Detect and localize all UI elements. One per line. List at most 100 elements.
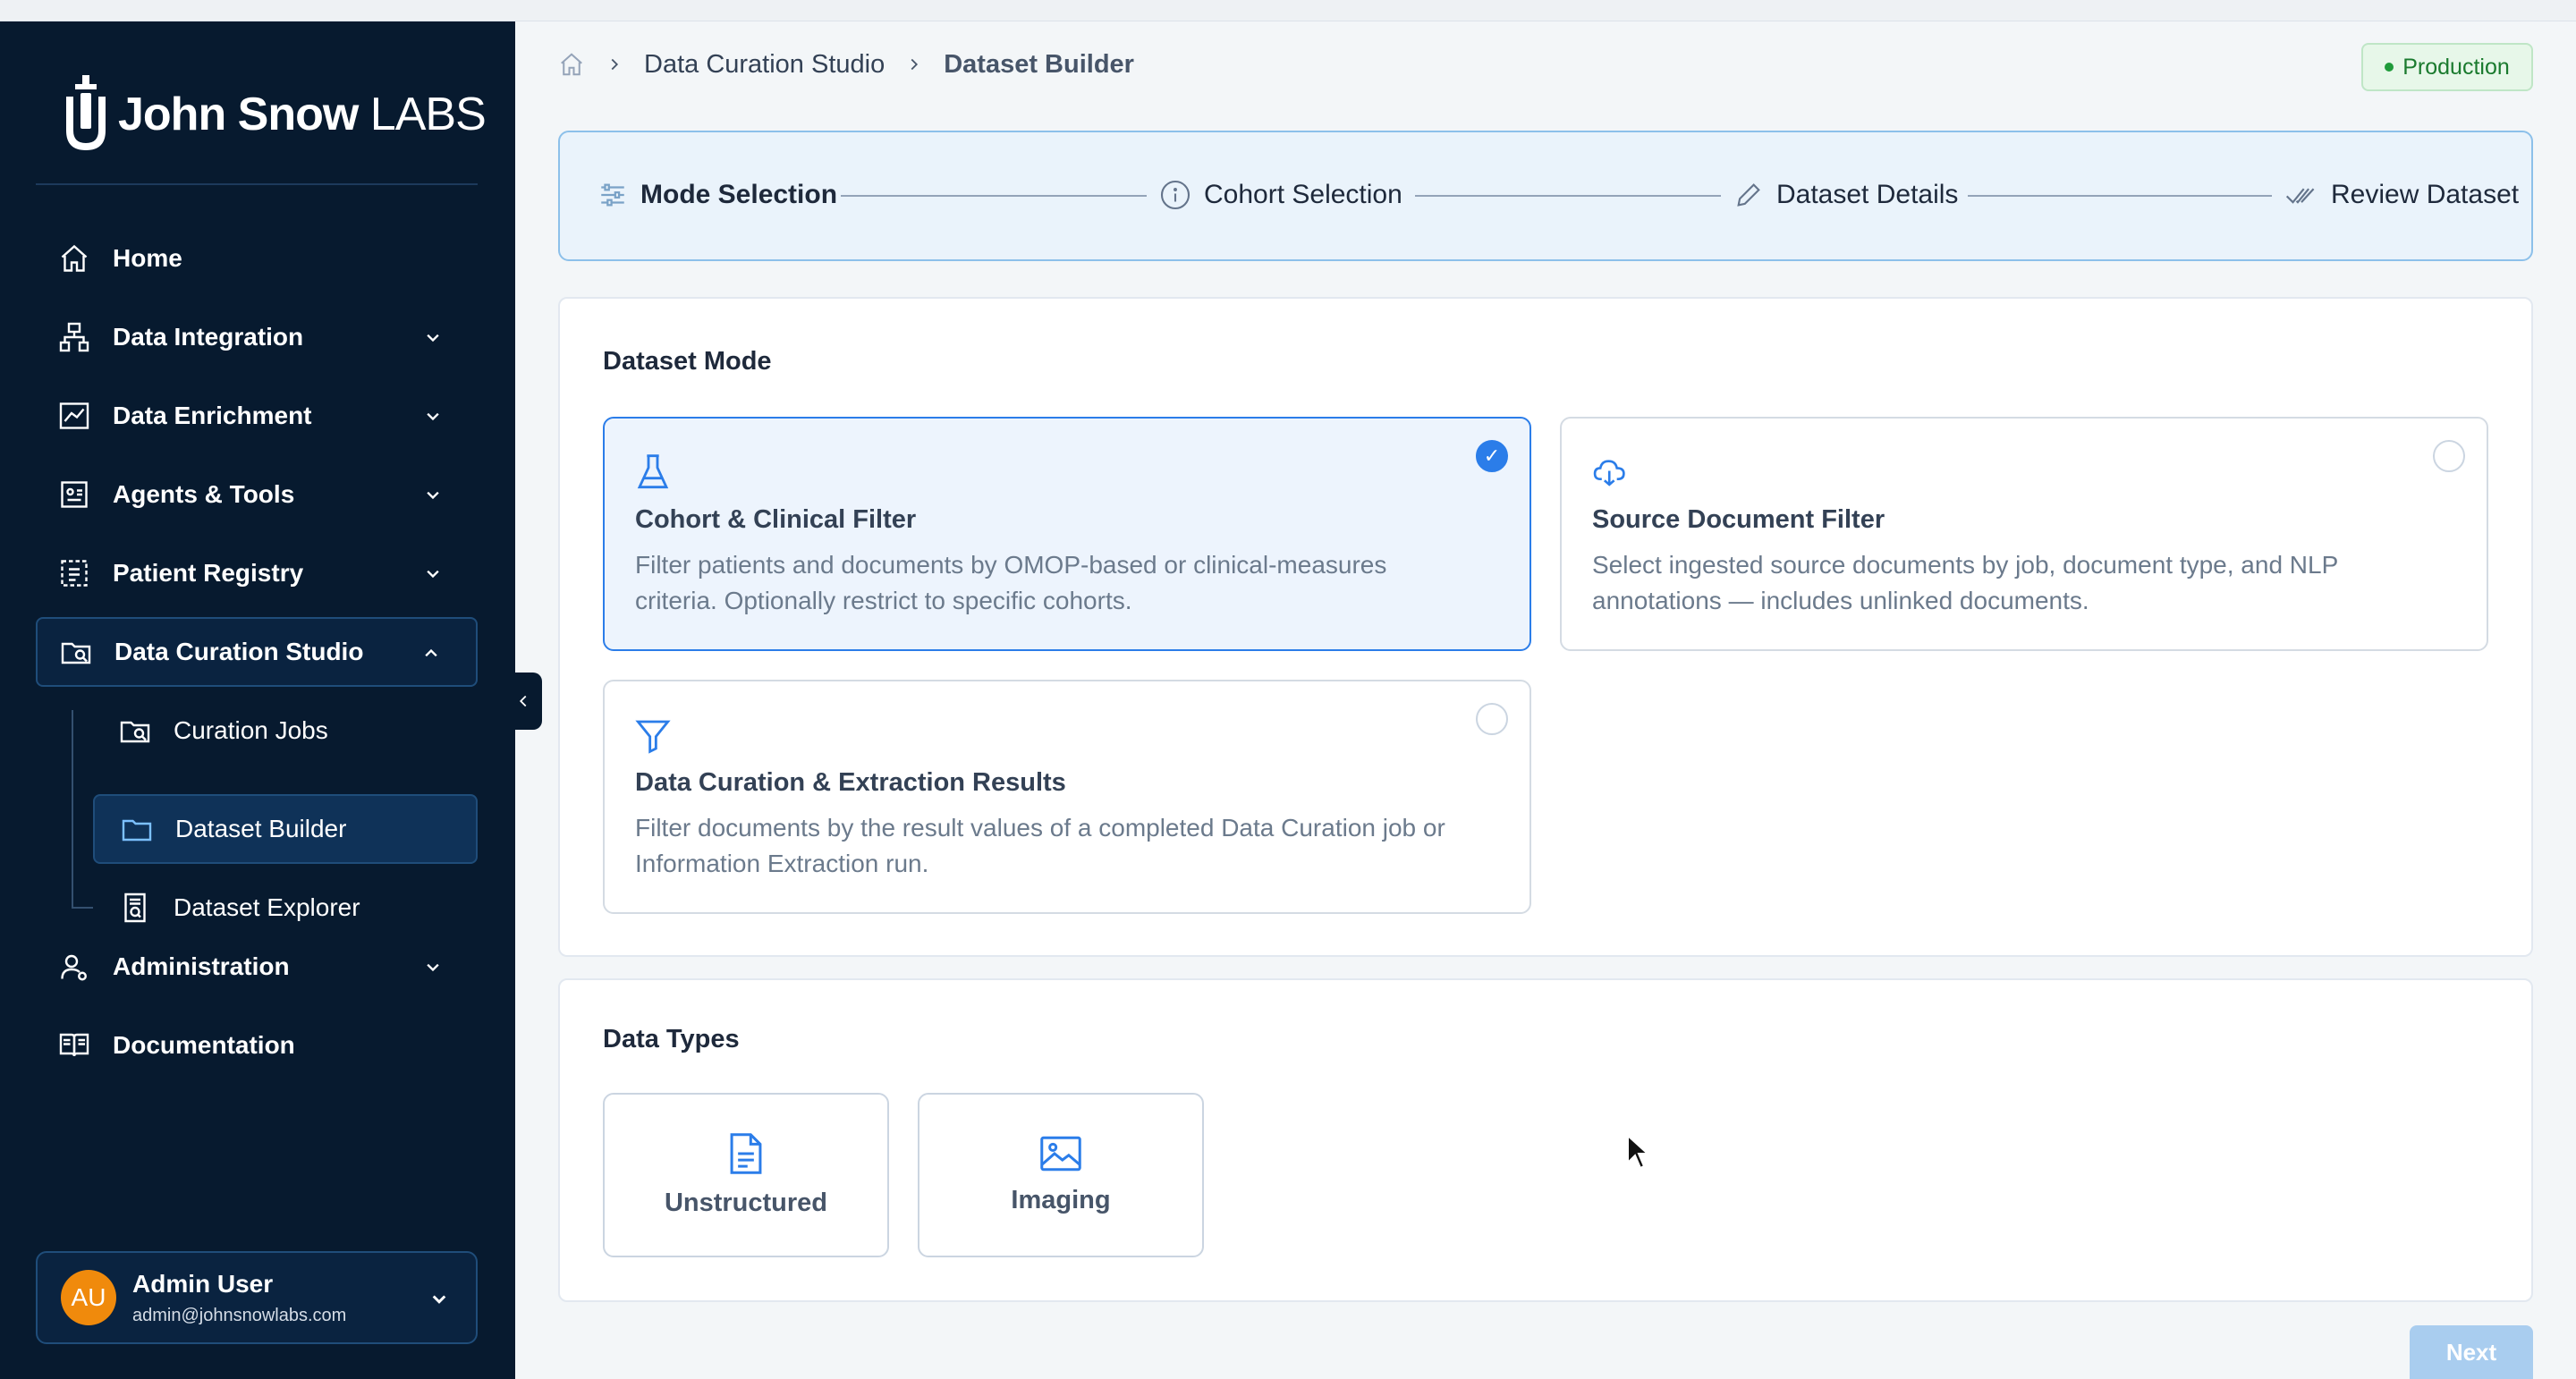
user-menu[interactable]: AU Admin User admin@johnsnowlabs.com [36, 1251, 478, 1344]
mouse-cursor-icon [1627, 1134, 1650, 1170]
home-icon [57, 241, 91, 275]
document-icon [730, 1132, 762, 1174]
mode-option-desc-line: Select ingested source documents by job,… [1592, 551, 2339, 579]
mode-option-title: Cohort & Clinical Filter [635, 505, 917, 534]
sidebar-item-data-integration[interactable]: Data Integration [36, 302, 478, 372]
environment-label: Production [2402, 54, 2510, 80]
mode-option-desc-line: criteria. Optionally restrict to specifi… [635, 587, 1132, 614]
chevron-down-icon [432, 1295, 446, 1304]
window-top-bar [0, 0, 2576, 21]
sidebar-subitem-label: Curation Jobs [174, 716, 328, 744]
submenu-tree-line [72, 710, 73, 909]
radio-unchecked[interactable] [1476, 703, 1508, 735]
breadcrumb-current: Dataset Builder [944, 49, 1134, 79]
sidebar-subitem-curation-jobs[interactable]: Curation Jobs [93, 696, 478, 766]
mode-option-desc: Filter patients and documents by OMOP-ba… [635, 547, 1501, 619]
status-dot-icon [2385, 63, 2394, 72]
progress-stepper: Mode Selection Cohort Selection Dataset … [558, 131, 2533, 261]
avatar: AU [61, 1270, 116, 1325]
step-dataset-details[interactable]: Dataset Details [1733, 175, 1958, 215]
mode-option-desc: Filter documents by the result values of… [635, 810, 1501, 882]
data-type-unstructured[interactable]: Unstructured [603, 1093, 889, 1257]
sidebar-item-data-enrichment[interactable]: Data Enrichment [36, 381, 478, 451]
flask-icon [637, 454, 669, 489]
chevron-down-icon [427, 491, 439, 500]
brand-logo[interactable]: John Snow LABS [61, 61, 487, 168]
filter-icon [635, 720, 671, 754]
environment-badge: Production [2361, 43, 2533, 91]
mode-option-cohort-clinical[interactable]: Cohort & Clinical Filter Filter patients… [603, 417, 1531, 651]
step-label: Mode Selection [640, 180, 838, 209]
breadcrumb: Data Curation Studio Dataset Builder [558, 47, 1134, 82]
sidebar-item-data-curation-studio[interactable]: Data Curation Studio [36, 617, 478, 687]
sidebar-item-label: Documentation [113, 1031, 295, 1059]
step-mode-selection[interactable]: Mode Selection [597, 175, 837, 215]
home-icon[interactable] [558, 51, 585, 78]
breadcrumb-link[interactable]: Data Curation Studio [644, 50, 885, 80]
image-icon [1040, 1136, 1081, 1171]
submenu-tree-branch [72, 907, 93, 909]
sitemap-icon [57, 320, 91, 354]
sidebar-item-label: Agents & Tools [113, 480, 295, 508]
mode-option-desc-line: Filter documents by the result values of… [635, 814, 1445, 842]
mode-option-desc-line: Filter patients and documents by OMOP-ba… [635, 551, 1387, 579]
user-settings-icon [57, 950, 91, 984]
step-connector [1968, 195, 2272, 197]
section-title: Dataset Mode [603, 347, 772, 376]
mode-option-desc: Select ingested source documents by job,… [1592, 547, 2458, 619]
sidebar-subitem-label: Dataset Builder [175, 815, 347, 842]
step-label: Dataset Details [1776, 180, 1959, 209]
pencil-icon [1737, 183, 1760, 207]
data-type-imaging[interactable]: Imaging [918, 1093, 1204, 1257]
sidebar-item-administration[interactable]: Administration [36, 932, 478, 1002]
sidebar-item-label: Patient Registry [113, 559, 304, 587]
sidebar: John Snow LABS Home Data Integration Dat… [0, 21, 515, 1379]
radio-checked[interactable]: ✓ [1476, 440, 1508, 472]
chevron-down-icon [427, 334, 439, 343]
mode-option-title: Data Curation & Extraction Results [635, 768, 1066, 797]
info-icon [1160, 180, 1191, 210]
data-type-label: Imaging [1011, 1185, 1111, 1214]
sidebar-collapse-button[interactable] [504, 673, 542, 730]
step-cohort-selection[interactable]: Cohort Selection [1159, 175, 1402, 215]
chevron-right-icon [911, 58, 919, 71]
chevron-left-icon [519, 695, 527, 707]
mode-option-source-document[interactable]: Source Document Filter Select ingested s… [1560, 417, 2488, 651]
user-email: admin@johnsnowlabs.com [132, 1305, 347, 1325]
next-button[interactable]: Next [2410, 1325, 2533, 1379]
sidebar-item-patient-registry[interactable]: Patient Registry [36, 538, 478, 608]
chevron-up-icon [425, 648, 437, 657]
step-label: Cohort Selection [1204, 180, 1402, 209]
agent-icon [57, 478, 91, 512]
logo-divider [36, 183, 478, 185]
data-type-label: Unstructured [664, 1188, 828, 1217]
sidebar-item-home[interactable]: Home [36, 224, 478, 293]
brand-main: John Snow [118, 89, 359, 140]
sidebar-item-documentation[interactable]: Documentation [36, 1011, 478, 1080]
sidebar-subitem-dataset-builder[interactable]: Dataset Builder [93, 794, 478, 864]
sidebar-item-label: Administration [113, 952, 290, 980]
mode-option-curation-extraction[interactable]: Data Curation & Extraction Results Filte… [603, 680, 1531, 914]
mode-option-desc-line: annotations — includes unlinked document… [1592, 587, 2089, 614]
double-check-icon [2285, 188, 2315, 204]
sliders-icon [601, 183, 624, 207]
user-name: Admin User [132, 1269, 274, 1298]
chevron-down-icon [427, 963, 439, 972]
chevron-down-icon [427, 570, 439, 579]
document-search-icon [118, 891, 152, 925]
mode-option-title: Source Document Filter [1592, 505, 1885, 534]
logo-mark-icon [66, 75, 106, 150]
sidebar-item-label: Data Enrichment [113, 402, 312, 429]
step-connector [1415, 195, 1721, 197]
book-icon [57, 1028, 91, 1062]
sidebar-item-label: Data Curation Studio [114, 638, 364, 665]
sidebar-item-label: Home [113, 244, 182, 272]
step-review-dataset[interactable]: Review Dataset [2284, 175, 2519, 215]
radio-unchecked[interactable] [2433, 440, 2465, 472]
folder-search-icon [118, 714, 152, 748]
step-label: Review Dataset [2331, 180, 2520, 209]
brand-name: John Snow LABS [118, 88, 487, 141]
user-info: Admin User admin@johnsnowlabs.com [132, 1270, 346, 1326]
folder-search-icon [59, 635, 93, 669]
sidebar-item-agents-tools[interactable]: Agents & Tools [36, 460, 478, 529]
